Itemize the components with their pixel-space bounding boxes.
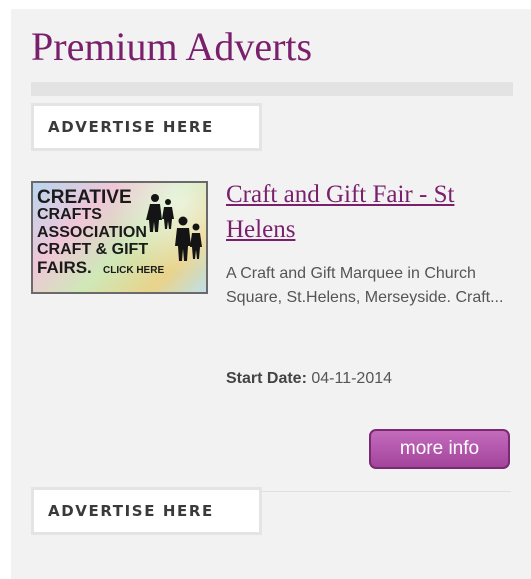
panel-title: Premium Adverts [31,24,313,69]
start-date-value: 04-11-2014 [311,370,393,387]
ad-description: A Craft and Gift Marquee in Church Squar… [226,265,504,306]
ad-logo-graphic: CREATIVE CRAFTS ASSOCIATION CRAFT & GIFT… [37,187,202,277]
more-info-button[interactable]: more info [369,429,510,469]
ad-title-link[interactable]: Craft and Gift Fair - St Helens [226,177,516,247]
advertise-here-button-bottom[interactable]: ADVERTISE HERE [31,487,262,535]
thumb-line-5: FAIRS. [37,258,92,277]
advertise-here-button-top[interactable]: ADVERTISE HERE [31,103,262,151]
ad-start-date: Start Date: 04-11-2014 [226,368,392,390]
title-underline-bar [31,82,513,96]
thumb-line-3: ASSOCIATION [37,224,147,241]
ad-thumbnail-image[interactable]: CREATIVE CRAFTS ASSOCIATION CRAFT & GIFT… [31,181,208,294]
premium-adverts-panel: Premium Adverts ADVERTISE HERE CREATIVE … [11,9,531,579]
thumb-line-6: CLICK HERE [103,265,164,276]
thumb-line-1: CREATIVE [37,187,132,208]
thumb-line-4: CRAFT & GIFT [37,241,148,258]
thumb-line-2: CRAFTS [37,206,102,223]
start-date-label: Start Date: [226,370,307,387]
family-silhouette-icon [146,194,202,261]
